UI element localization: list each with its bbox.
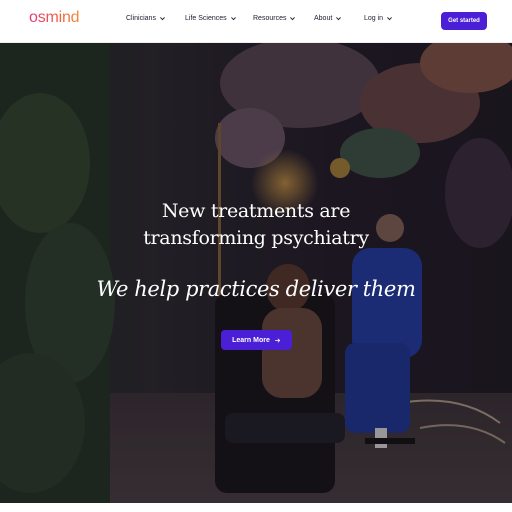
learn-more-button[interactable]: Learn More xyxy=(221,330,292,350)
nav-item-label: Life Sciences xyxy=(185,15,227,22)
chevron-down-icon xyxy=(230,15,237,22)
nav-item-life-sciences[interactable]: Life Sciences xyxy=(185,15,237,22)
hero-headline: New treatments are transforming psychiat… xyxy=(0,198,512,252)
nav-item-resources[interactable]: Resources xyxy=(253,15,296,22)
hero-overlay xyxy=(0,43,512,503)
next-section-edge xyxy=(0,503,512,512)
get-started-button[interactable]: Get started xyxy=(441,12,487,30)
nav-item-label: Log in xyxy=(364,15,384,22)
chevron-down-icon xyxy=(386,15,393,22)
nav-item-log-in[interactable]: Log in xyxy=(364,15,393,22)
nav-item-about[interactable]: About xyxy=(314,15,342,22)
nav-item-clinicians[interactable]: Clinicians xyxy=(126,15,166,22)
site-header: osmind Clinicians Life Sciences Resource… xyxy=(0,0,512,43)
hero-headline-line-2: transforming psychiatry xyxy=(143,227,369,249)
nav-item-label: Resources xyxy=(253,15,287,22)
hero-headline-line-1: New treatments are xyxy=(161,200,351,222)
nav-item-label: About xyxy=(314,15,333,22)
arrow-right-icon xyxy=(274,337,281,344)
hero-subheadline: We help practices deliver them xyxy=(96,277,416,301)
chevron-down-icon xyxy=(289,15,296,22)
chevron-down-icon xyxy=(335,15,342,22)
hero-section: New treatments are transforming psychiat… xyxy=(0,43,512,503)
chevron-down-icon xyxy=(159,15,166,22)
learn-more-label: Learn More xyxy=(232,336,270,344)
nav-item-label: Clinicians xyxy=(126,15,156,22)
main-nav: Clinicians Life Sciences Resources About xyxy=(0,0,512,42)
page: osmind Clinicians Life Sciences Resource… xyxy=(0,0,512,512)
